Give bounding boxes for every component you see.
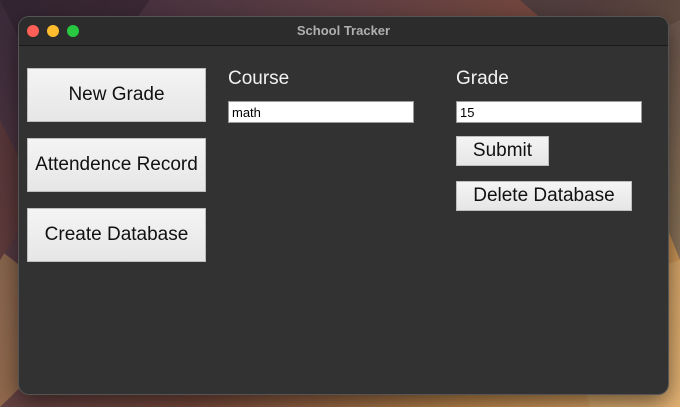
app-window: School Tracker New Grade Attendence Reco… (19, 17, 668, 394)
delete-database-button[interactable]: Delete Database (456, 181, 632, 211)
new-grade-button[interactable]: New Grade (27, 68, 206, 122)
grade-input[interactable] (456, 101, 642, 123)
course-label: Course (228, 68, 290, 89)
grade-label: Grade (456, 68, 509, 89)
course-input[interactable] (228, 101, 414, 123)
title-bar[interactable]: School Tracker (19, 17, 668, 46)
submit-button[interactable]: Submit (456, 136, 549, 166)
attendence-record-button[interactable]: Attendence Record (27, 138, 206, 192)
window-title: School Tracker (296, 23, 391, 38)
create-database-button[interactable]: Create Database (27, 208, 206, 262)
